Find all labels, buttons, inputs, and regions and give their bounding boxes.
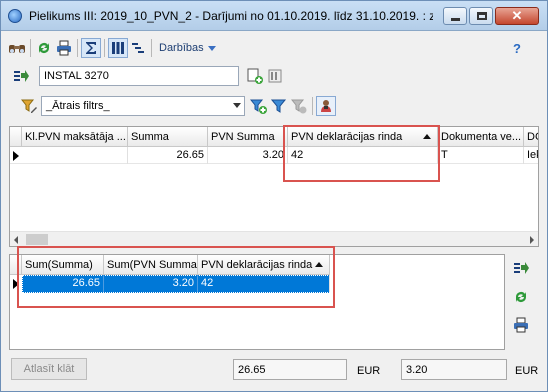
chevron-down-icon [233, 103, 241, 108]
total-sum-field: 26.65 [233, 359, 347, 380]
help-area: ? [513, 37, 521, 59]
account-combo-value: INSTAL 3270 [44, 70, 109, 82]
toolbar-separator [77, 39, 78, 57]
column-header[interactable]: DG [524, 127, 538, 147]
highlight-box [283, 125, 440, 182]
toolbar-separator [312, 97, 313, 115]
column-header[interactable]: Summa [128, 127, 208, 147]
toolbar-separator [30, 39, 31, 57]
chevron-down-icon [207, 45, 216, 51]
close-button[interactable]: ✕ [495, 7, 539, 25]
maximize-icon [477, 12, 487, 20]
scroll-thumb[interactable] [26, 234, 48, 245]
sum-icon[interactable] [81, 38, 101, 58]
table-row[interactable]: 26.65 3.20 42 T Iek [10, 147, 538, 164]
column-header[interactable]: Kl.PVN maksātāja ... [22, 127, 128, 147]
account-actions [245, 65, 285, 87]
scroll-right-icon[interactable] [530, 236, 534, 244]
toolbar-separator [104, 39, 105, 57]
account-combo[interactable]: INSTAL 3270 [39, 66, 239, 86]
table-cell[interactable]: T [438, 147, 524, 164]
table-cell[interactable]: 26.65 [128, 147, 208, 164]
window-title: Pielikums III: 2019_10_PVN_2 - Darījumi … [29, 9, 433, 23]
table-cell[interactable] [22, 147, 128, 164]
currency-label: EUR [515, 365, 539, 377]
close-icon: ✕ [511, 8, 523, 23]
refresh-icon[interactable] [513, 289, 533, 309]
filter-edit-icon[interactable] [19, 96, 39, 116]
table-cell[interactable]: 3.20 [208, 147, 288, 164]
quick-filter-value: _Ātrais filtrs_ [46, 100, 110, 112]
clear-filter-icon [289, 96, 309, 116]
minimize-button[interactable] [443, 7, 467, 25]
minimize-icon [451, 18, 460, 21]
filter-row [19, 95, 39, 117]
app-icon [8, 9, 22, 23]
user-filter-icon[interactable] [316, 96, 336, 116]
help-icon[interactable]: ? [513, 41, 521, 56]
main-grid: Kl.PVN maksātāja ... Summa PVN Summa PVN… [9, 126, 539, 247]
add-record-icon[interactable] [245, 66, 265, 86]
title-bar: Pielikums III: 2019_10_PVN_2 - Darījumi … [1, 1, 547, 31]
currency-label: EUR [357, 365, 381, 377]
maximize-button[interactable] [469, 7, 493, 25]
actions-menu-label: Darbības [159, 42, 204, 54]
current-row-icon [13, 151, 19, 161]
quick-filter-combo[interactable]: _Ātrais filtrs_ [41, 96, 245, 116]
import-icon[interactable] [513, 261, 533, 281]
table-cell[interactable]: Iek [524, 147, 538, 164]
add-selection-button[interactable]: Atlasīt klāt [11, 358, 87, 380]
column-header[interactable]: Dokumenta ve... [438, 127, 524, 147]
list-icon[interactable] [265, 66, 285, 86]
actions-menu[interactable]: Darbības [159, 42, 216, 54]
print-icon[interactable] [54, 38, 74, 58]
add-filter-icon[interactable] [249, 96, 269, 116]
import-icon[interactable] [11, 66, 31, 86]
side-toolbar [513, 261, 533, 337]
binoculars-icon[interactable] [7, 38, 27, 58]
print-icon[interactable] [513, 317, 533, 337]
columns-icon[interactable] [108, 38, 128, 58]
tree-icon[interactable] [128, 38, 148, 58]
refresh-icon[interactable] [34, 38, 54, 58]
filter-icon[interactable] [269, 96, 289, 116]
scroll-left-icon[interactable] [14, 236, 18, 244]
horizontal-scrollbar[interactable] [10, 231, 538, 246]
app-window: Pielikums III: 2019_10_PVN_2 - Darījumi … [0, 0, 548, 392]
main-toolbar: Darbības [7, 37, 216, 59]
toolbar-separator [151, 39, 152, 57]
total-vat-field: 3.20 [401, 359, 507, 380]
row-selector-header [10, 127, 22, 147]
account-row [11, 65, 31, 87]
highlight-box [17, 246, 335, 308]
column-header[interactable]: PVN Summa [208, 127, 288, 147]
filter-actions [249, 95, 336, 117]
